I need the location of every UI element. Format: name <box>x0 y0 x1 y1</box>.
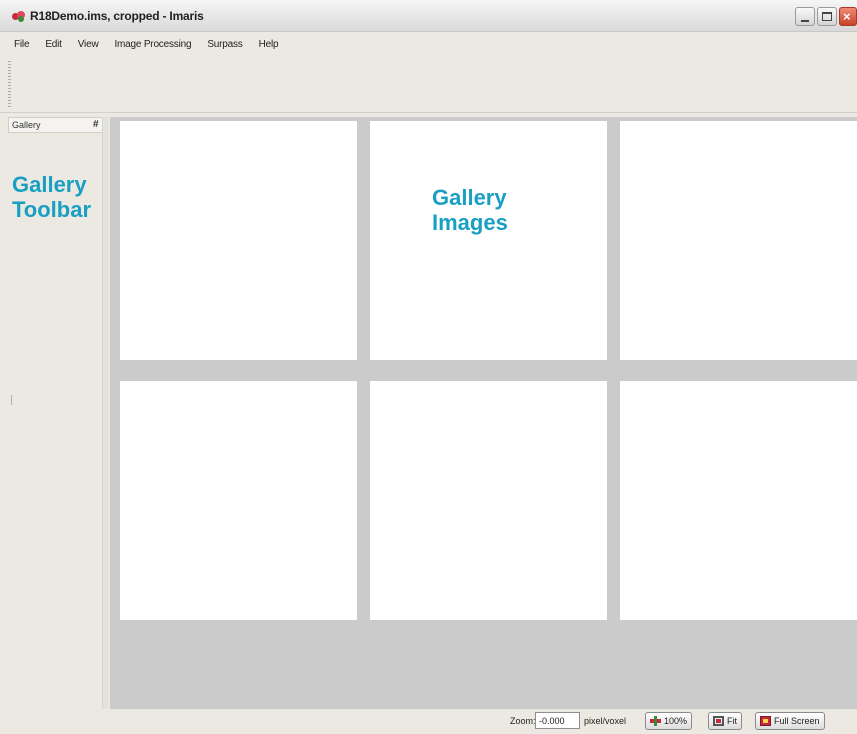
close-button[interactable]: × <box>839 7 857 26</box>
minimize-button[interactable] <box>795 7 815 26</box>
zoom-100-button[interactable]: 100% <box>645 712 693 730</box>
menu-edit[interactable]: Edit <box>43 37 63 52</box>
menu-file[interactable]: File <box>12 37 31 52</box>
zoom-100-label: 100% <box>664 716 688 726</box>
gallery-images-annotation: Gallery Images <box>432 185 508 235</box>
zoom-100-icon <box>650 716 661 726</box>
unit-label: pixel/voxel <box>584 716 627 726</box>
toolbar-grip-handle[interactable] <box>8 61 11 107</box>
close-icon: × <box>843 9 851 24</box>
pin-icon[interactable]: # <box>93 119 99 130</box>
gallery-toolbar-annotation-line2: Toolbar <box>12 197 92 222</box>
minimize-icon <box>801 20 809 22</box>
menu-image-processing[interactable]: Image Processing <box>112 37 193 52</box>
gallery-panel-title: Gallery <box>12 120 41 130</box>
fullscreen-icon <box>760 716 771 726</box>
gallery-images-annotation-line2: Images <box>432 210 508 235</box>
gallery-panel-header: Gallery # <box>8 117 109 133</box>
zoom-fit-icon <box>713 716 724 726</box>
zoom-input[interactable] <box>535 712 580 729</box>
window-title: R18Demo.ims, cropped - Imaris <box>30 9 204 23</box>
fullscreen-button[interactable]: Full Screen <box>755 712 825 730</box>
window-controls: × <box>795 7 857 26</box>
gallery-image-tile-1[interactable] <box>120 121 357 360</box>
maximize-icon <box>822 12 832 21</box>
imaris-app-icon[interactable] <box>12 11 26 22</box>
fullscreen-label: Full Screen <box>774 716 820 726</box>
maximize-button[interactable] <box>817 7 837 26</box>
gallery-toolbar-annotation-line1: Gallery <box>12 172 87 197</box>
menu-view[interactable]: View <box>76 37 101 52</box>
menu-help[interactable]: Help <box>257 37 281 52</box>
gallery-image-tile-5[interactable] <box>370 381 607 620</box>
imaris-window: R18Demo.ims, cropped - Imaris × File Edi… <box>0 0 857 734</box>
gallery-image-tile-6[interactable] <box>620 381 857 620</box>
gallery-toolbar-annotation: Gallery Toolbar <box>12 172 112 222</box>
gallery-image-tile-2[interactable] <box>370 121 607 360</box>
zoom-fit-button[interactable]: Fit <box>708 712 742 730</box>
menu-surpass[interactable]: Surpass <box>205 37 244 52</box>
gallery-images-annotation-line1: Gallery <box>432 185 507 210</box>
main-toolbar <box>0 55 857 113</box>
zoom-label: Zoom: <box>510 716 536 726</box>
zoom-fit-label: Fit <box>727 716 737 726</box>
status-bar: Zoom: pixel/voxel 100% Fit Full Screen <box>0 709 857 734</box>
gallery-image-tile-3[interactable] <box>620 121 857 360</box>
title-bar[interactable]: R18Demo.ims, cropped - Imaris × <box>0 0 857 32</box>
menu-bar: File Edit View Image Processing Surpass … <box>0 33 857 55</box>
gallery-image-tile-4[interactable] <box>120 381 357 620</box>
panel-resize-marker <box>11 395 12 405</box>
